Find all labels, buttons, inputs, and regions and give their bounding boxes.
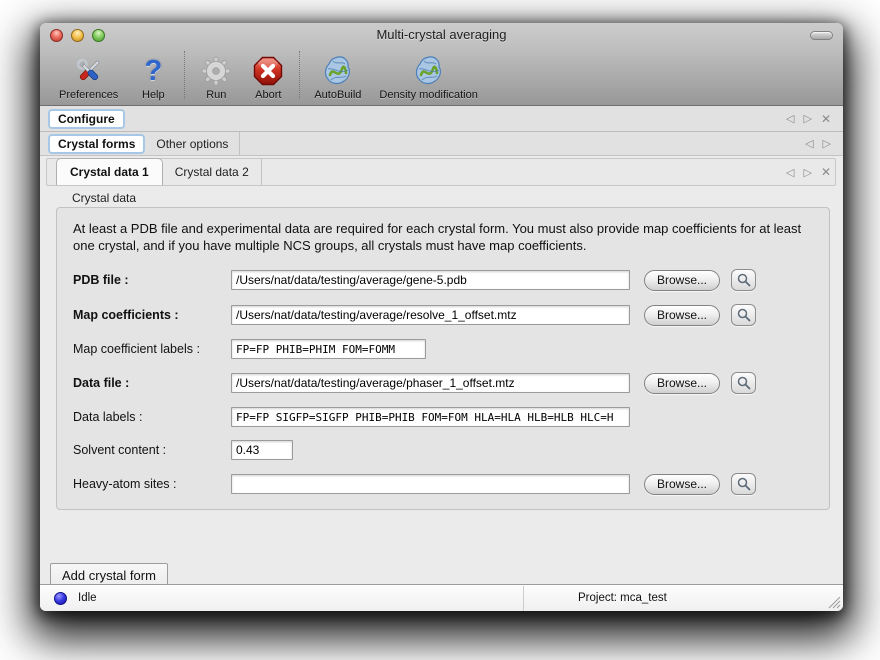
pdb-file-input[interactable]: [231, 270, 630, 290]
toolbar-label: Run: [206, 89, 226, 101]
toolbar-label: Preferences: [59, 89, 118, 101]
toolbar-label: AutoBuild: [314, 89, 361, 101]
toolbar-item-density-modification[interactable]: Density modification: [370, 54, 486, 101]
question-icon: ?: [136, 54, 170, 88]
tab-row-controls: ◁ ▷ ✕: [786, 159, 835, 185]
toolbar-item-abort[interactable]: Abort: [242, 54, 294, 101]
tab-next-icon[interactable]: ▷: [823, 137, 831, 150]
field-label: PDB file :: [73, 273, 231, 287]
page-content: Crystal data 1 Crystal data 2 ◁ ▷ ✕ Crys…: [40, 158, 843, 610]
toolbar-label: Density modification: [379, 89, 477, 101]
tab-crystal-data-1[interactable]: Crystal data 1: [56, 158, 163, 185]
map-coefficient-labels-input[interactable]: [231, 339, 426, 359]
toolbar-item-run[interactable]: Run: [190, 54, 242, 101]
titlebar[interactable]: Multi-crystal averaging: [40, 23, 843, 48]
tab-row-controls: ◁ ▷ ✕: [786, 112, 835, 126]
tab-close-icon[interactable]: ✕: [821, 112, 831, 126]
magnifier-icon[interactable]: [731, 372, 756, 394]
window-title: Multi-crystal averaging: [40, 27, 843, 42]
heavy-atom-sites-input[interactable]: [231, 474, 630, 494]
data-labels-input[interactable]: [231, 407, 630, 427]
tools-icon: [72, 54, 106, 88]
tab-crystal-data-2[interactable]: Crystal data 2: [163, 159, 261, 185]
desktop-background: Multi-crystal averaging: [0, 0, 880, 660]
map-coefficients-input[interactable]: [231, 305, 630, 325]
tab-divider: [239, 132, 240, 155]
field-label: Data file :: [73, 376, 231, 390]
toolbar-label: Abort: [255, 89, 281, 101]
crystal-data-groupbox: At least a PDB file and experimental dat…: [56, 207, 830, 510]
field-label: Data labels :: [73, 410, 231, 424]
field-label: Heavy-atom sites :: [73, 477, 231, 491]
form-row-data-file: Data file : Browse...: [73, 372, 829, 394]
toolbar-separator: [299, 51, 300, 99]
tab-prev-icon[interactable]: ◁: [805, 137, 813, 150]
tab-other-options[interactable]: Other options: [145, 135, 239, 153]
window-chrome: Multi-crystal averaging: [40, 23, 843, 106]
tab-next-icon[interactable]: ▷: [803, 112, 811, 125]
options-tab-row: Crystal forms Other options ◁ ▷: [40, 132, 843, 156]
toolbar-item-help[interactable]: ? Help: [127, 54, 179, 101]
tab-divider: [261, 159, 262, 185]
browse-button[interactable]: Browse...: [644, 305, 720, 326]
form-row-pdb-file: PDB file : Browse...: [73, 269, 829, 291]
toolbar-item-autobuild[interactable]: AutoBuild: [305, 54, 370, 101]
protein-model-icon: [321, 54, 355, 88]
status-divider: [523, 586, 524, 611]
toolbar-toggle-pill-button[interactable]: [810, 31, 833, 40]
tab-prev-icon[interactable]: ◁: [786, 112, 794, 125]
browse-button[interactable]: Browse...: [644, 270, 720, 291]
tab-row-controls: ◁ ▷: [805, 137, 835, 150]
crystal-data-tab-strip: Crystal data 1 Crystal data 2 ◁ ▷ ✕: [46, 158, 836, 186]
status-indicator-icon: [54, 592, 67, 605]
solvent-content-input[interactable]: [231, 440, 293, 460]
stop-x-icon: [251, 54, 285, 88]
tab-configure[interactable]: Configure: [48, 109, 125, 129]
status-bar: Idle Project: mca_test: [40, 584, 843, 611]
status-text: Idle: [78, 592, 97, 604]
field-label: Solvent content :: [73, 443, 231, 457]
configure-tab-row: Configure ◁ ▷ ✕: [40, 106, 843, 132]
toolbar: Preferences ? Help: [40, 48, 843, 105]
toolbar-separator: [184, 51, 185, 99]
data-file-input[interactable]: [231, 373, 630, 393]
groupbox-label: Crystal data: [72, 191, 843, 205]
resize-grip[interactable]: [828, 596, 841, 609]
form-row-solvent-content: Solvent content :: [73, 440, 829, 460]
magnifier-icon[interactable]: [731, 304, 756, 326]
toolbar-item-preferences[interactable]: Preferences: [50, 54, 127, 101]
form-row-map-coefficient-labels: Map coefficient labels :: [73, 339, 829, 359]
app-window: Multi-crystal averaging: [40, 23, 843, 611]
browse-button[interactable]: Browse...: [644, 474, 720, 495]
field-label: Map coefficients :: [73, 308, 231, 322]
description-text: At least a PDB file and experimental dat…: [73, 221, 821, 254]
tab-prev-icon[interactable]: ◁: [786, 166, 794, 179]
project-label: Project: mca_test: [578, 592, 667, 604]
tab-next-icon[interactable]: ▷: [803, 166, 811, 179]
form-row-data-labels: Data labels :: [73, 407, 829, 427]
gear-icon: [199, 54, 233, 88]
form-row-heavy-atom-sites: Heavy-atom sites : Browse...: [73, 473, 829, 495]
protein-model-icon: [412, 54, 446, 88]
magnifier-icon[interactable]: [731, 269, 756, 291]
toolbar-label: Help: [142, 89, 165, 101]
magnifier-icon[interactable]: [731, 473, 756, 495]
form-row-map-coefficients: Map coefficients : Browse...: [73, 304, 829, 326]
browse-button[interactable]: Browse...: [644, 373, 720, 394]
tab-close-icon[interactable]: ✕: [821, 165, 831, 179]
tab-crystal-forms[interactable]: Crystal forms: [48, 134, 145, 154]
field-label: Map coefficient labels :: [73, 342, 231, 356]
